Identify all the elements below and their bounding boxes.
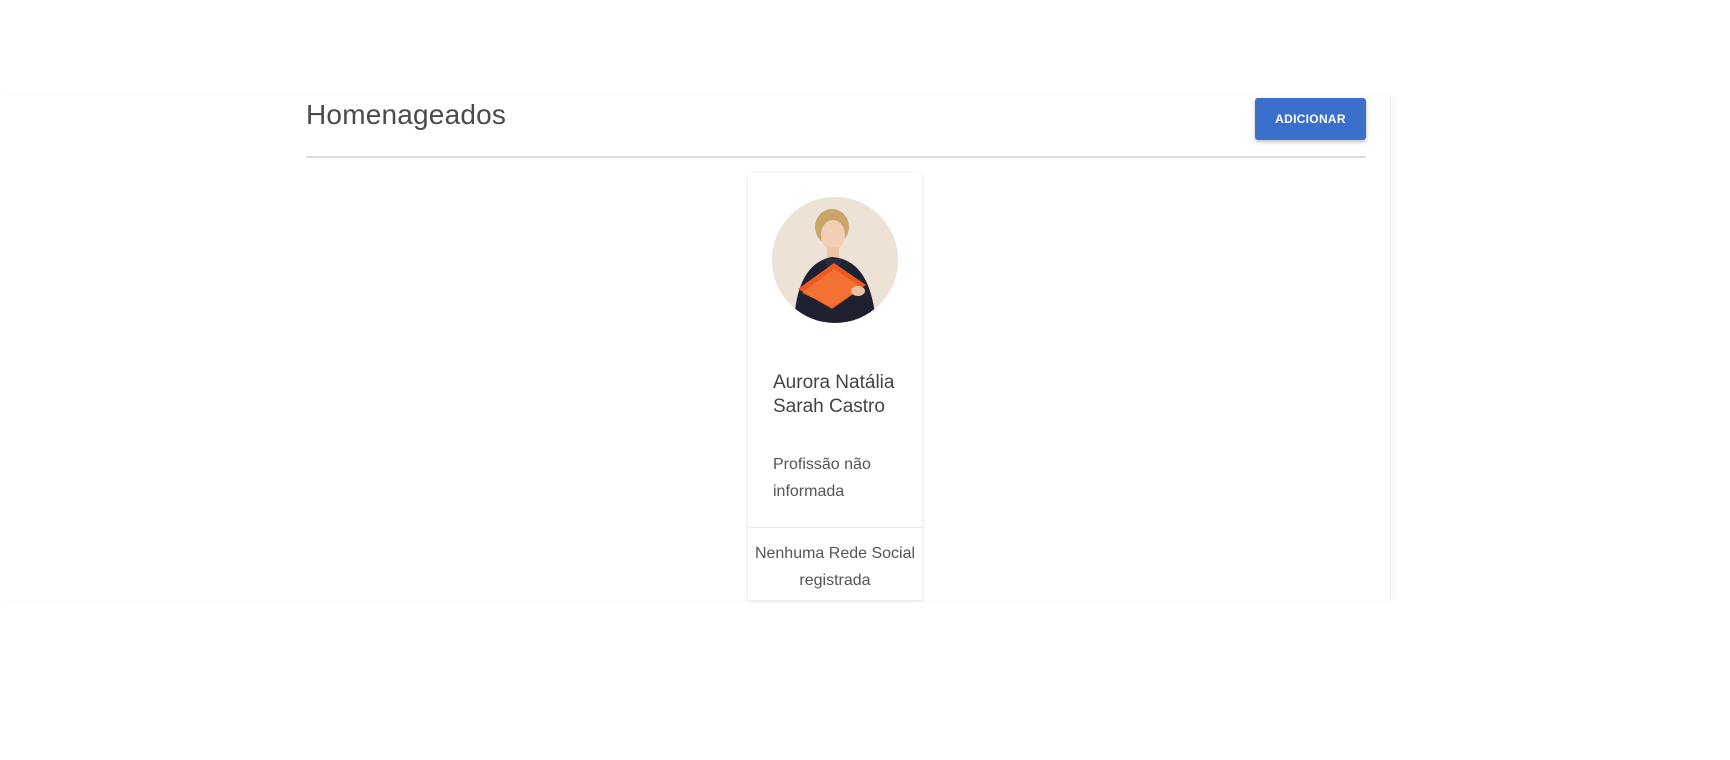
card-divider [748, 527, 922, 528]
honoree-card[interactable]: Aurora Natália Sarah Castro Profissão nã… [748, 173, 922, 600]
honoree-social-status: Nenhuma Rede Social registrada [754, 545, 916, 589]
page-header: Homenageados ADICIONAR [306, 96, 1366, 158]
content-panel [0, 96, 1391, 600]
honoree-avatar [772, 197, 898, 323]
portrait-photo-icon [772, 197, 898, 323]
honoree-profession: Profissão não informada [773, 456, 871, 500]
add-honoree-button[interactable]: ADICIONAR [1255, 98, 1366, 140]
page-title: Homenageados [306, 99, 507, 130]
honoree-name: Aurora Natália Sarah Castro [773, 372, 895, 417]
